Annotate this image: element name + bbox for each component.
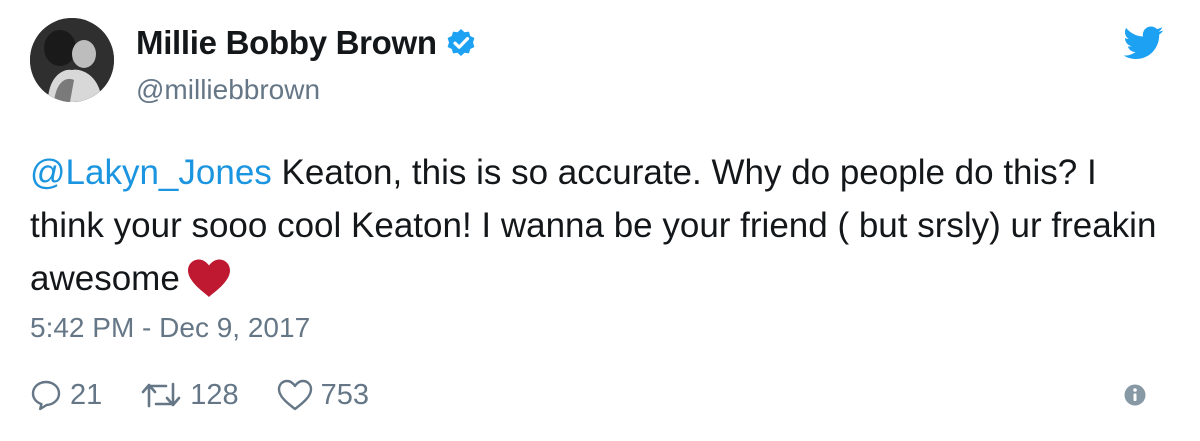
user-handle[interactable]: @milliebbrown (136, 74, 320, 106)
mention-link[interactable]: @Lakyn_Jones (30, 153, 272, 192)
reply-icon (31, 380, 61, 411)
retweet-count: 128 (190, 378, 239, 411)
reply-count: 21 (70, 378, 103, 411)
avatar-photo (30, 18, 114, 102)
like-button[interactable]: 753 (277, 379, 369, 412)
retweet-icon (141, 382, 181, 408)
tweet-card: Millie Bobby Brown @milliebbrown @Lakyn_… (0, 0, 1200, 441)
heart-outline-icon (277, 379, 312, 411)
avatar[interactable] (30, 18, 114, 102)
display-name[interactable]: Millie Bobby Brown (136, 24, 437, 62)
twitter-bird-icon[interactable] (1123, 26, 1164, 60)
tweet-text: @Lakyn_Jones Keaton, this is so accurate… (30, 146, 1170, 305)
retweet-button[interactable]: 128 (140, 378, 239, 412)
like-count: 753 (320, 378, 370, 411)
red-heart-emoji (186, 258, 232, 298)
tweet-actions: 21 128 753 (30, 372, 407, 418)
reply-button[interactable]: 21 (30, 379, 102, 412)
tweet-timestamp[interactable]: 5:42 PM - Dec 9, 2017 (30, 312, 310, 344)
verified-badge-icon (446, 28, 476, 58)
info-icon[interactable] (1124, 384, 1146, 406)
